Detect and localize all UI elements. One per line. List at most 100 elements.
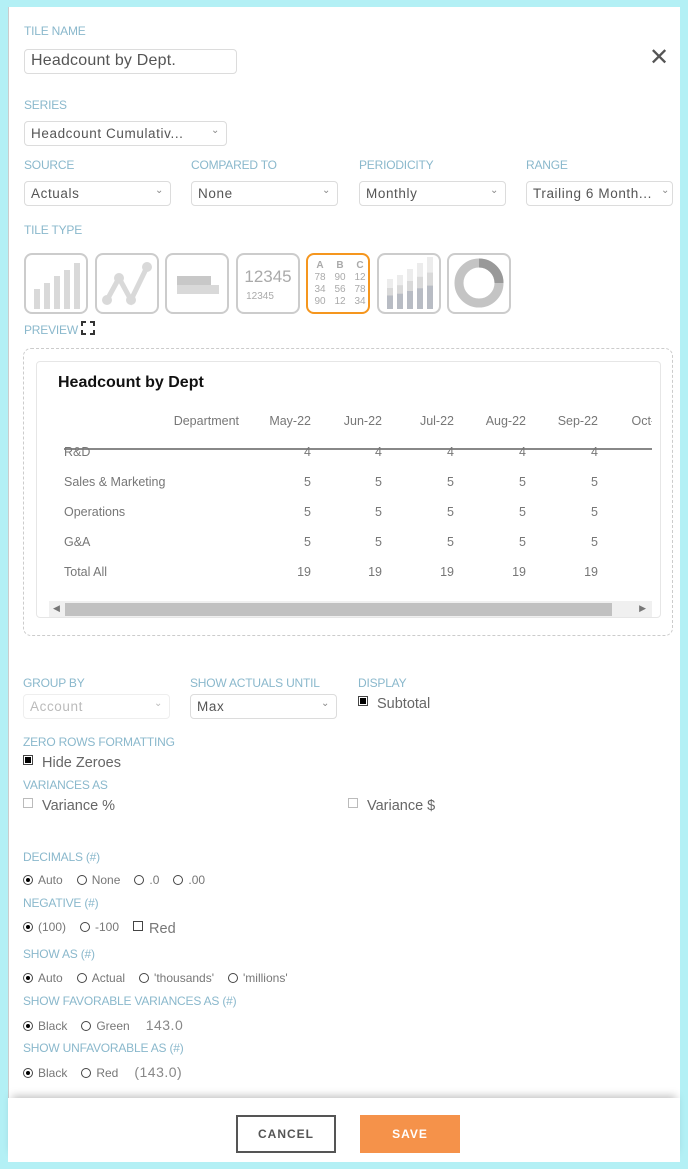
radio-icon [23, 973, 33, 983]
radio-label: Auto [38, 873, 63, 887]
svg-text:C: C [356, 260, 363, 271]
column-header: Jun-22 [343, 414, 382, 428]
radio-decimals-option[interactable]: None [76, 873, 120, 887]
save-button[interactable]: SAVE [360, 1115, 460, 1153]
radio-unfavorable-option[interactable]: Black [23, 1066, 67, 1080]
compared-to-select[interactable]: None ⌄ [191, 181, 338, 206]
unfavorable-radio-group: Black Red (143.0) [23, 1064, 182, 1080]
source-select[interactable]: Actuals ⌄ [24, 181, 171, 206]
radio-label: .0 [149, 873, 160, 887]
radio-icon [228, 973, 239, 983]
svg-text:90: 90 [314, 296, 326, 307]
table-cell: R&D [64, 445, 91, 459]
hide-zeroes-label: Hide Zeroes [42, 755, 121, 771]
table-cell: 19 [297, 565, 311, 579]
svg-text:34: 34 [354, 296, 366, 307]
column-header: Sep-22 [557, 414, 598, 428]
radio-show_as-option[interactable]: 'thousands' [139, 971, 214, 985]
tile-type-number[interactable]: 12345 12345 [235, 253, 300, 314]
unfavorable-sample: (143.0) [134, 1064, 183, 1080]
red-checkbox[interactable]: Red [133, 921, 176, 937]
negative-label: NEGATIVE (#) [23, 896, 99, 910]
radio-decimals-option[interactable]: .00 [173, 873, 205, 887]
svg-text:56: 56 [334, 284, 346, 295]
radio-icon [80, 922, 91, 932]
table-cell: 5 [375, 475, 382, 489]
variance-dollar-label: Variance $ [367, 798, 436, 814]
tile-type-table[interactable]: A B C 78 90 12 34 56 78 90 12 34 [306, 253, 370, 314]
range-select[interactable]: Trailing 6 Month... ⌄ [526, 181, 673, 206]
tile-type-label: TILE TYPE [24, 223, 83, 237]
unfavorable-label: SHOW UNFAVORABLE AS (#) [23, 1041, 184, 1055]
tile-type-stacked-bar[interactable] [376, 253, 441, 314]
svg-text:12345: 12345 [246, 291, 274, 302]
tile-type-line-chart[interactable] [94, 253, 159, 314]
radio-decimals-option[interactable]: Auto [23, 873, 63, 887]
radio-show_as-option[interactable]: 'millions' [228, 971, 288, 985]
show-actuals-until-label: SHOW ACTUALS UNTIL [190, 676, 320, 690]
radio-decimals-option[interactable]: .0 [134, 873, 159, 887]
radio-icon [139, 973, 150, 983]
radio-show_as-option[interactable]: Auto [23, 971, 63, 985]
radio-negative-option[interactable]: (100) [23, 920, 66, 934]
radio-label: Red [96, 1066, 119, 1080]
expand-icon[interactable] [81, 321, 95, 335]
chevron-down-icon: ⌄ [661, 185, 670, 196]
radio-show_as-option[interactable]: Actual [76, 971, 125, 985]
radio-favorable-option[interactable]: Black [23, 1019, 67, 1033]
tile-type-horizontal-bar[interactable] [165, 253, 229, 314]
preview-area: Headcount by Dept Department May-22 Jun-22… [23, 348, 673, 636]
radio-label: Green [96, 1019, 130, 1033]
close-icon[interactable]: ✕ [649, 43, 669, 72]
tile-type-bar-chart[interactable] [24, 253, 88, 314]
show-as-label: SHOW AS (#) [23, 947, 95, 961]
tile-name-input[interactable]: Headcount by Dept. [24, 49, 237, 74]
group-by-select[interactable]: Account ⌄ [23, 694, 170, 719]
radio-unfavorable-option[interactable]: Red [81, 1066, 118, 1080]
scroll-left-icon[interactable]: ◀ [53, 603, 60, 614]
scrollbar-thumb[interactable] [65, 603, 612, 616]
table-cell: 5 [304, 475, 311, 489]
table-cell: 5 [447, 475, 454, 489]
svg-text:12345: 12345 [244, 267, 291, 286]
variance-pct-checkbox[interactable]: Variance % [23, 798, 115, 814]
series-select[interactable]: Headcount Cumulativ... ⌄ [24, 121, 227, 146]
hide-zeroes-checkbox[interactable]: Hide Zeroes [23, 755, 121, 771]
table-cell: 5 [519, 505, 526, 519]
variance-dollar-checkbox[interactable]: Variance $ [348, 798, 435, 814]
table-cell: 19 [584, 565, 598, 579]
periodicity-label: PERIODICITY [359, 158, 434, 172]
chevron-down-icon: ⌄ [322, 185, 331, 196]
subtotal-checkbox[interactable]: Subtotal [358, 696, 430, 712]
horizontal-scrollbar[interactable]: ◀ ▶ [49, 601, 652, 617]
table-cell: 19 [440, 565, 454, 579]
dialog-footer: CANCEL SAVE [8, 1098, 680, 1162]
preview-table: Headcount by Dept Department May-22 Jun-22… [49, 362, 652, 602]
table-cell: 5 [591, 505, 598, 519]
show-actuals-until-select[interactable]: Max ⌄ [190, 694, 337, 719]
radio-label: (100) [38, 920, 67, 934]
chevron-down-icon: ⌄ [490, 185, 499, 196]
scroll-right-icon[interactable]: ▶ [639, 603, 646, 614]
periodicity-value: Monthly [366, 186, 418, 201]
table-cell: 19 [512, 565, 526, 579]
group-by-value: Account [30, 699, 83, 714]
compared-to-value: None [198, 186, 233, 201]
display-label: DISPLAY [358, 676, 407, 690]
radio-favorable-option[interactable]: Green [81, 1019, 130, 1033]
radio-negative-option[interactable]: -100 [80, 920, 119, 934]
column-header: Aug-22 [485, 414, 526, 428]
radio-label: Black [38, 1066, 68, 1080]
cancel-button[interactable]: CANCEL [236, 1115, 336, 1153]
svg-text:12: 12 [334, 296, 346, 307]
periodicity-select[interactable]: Monthly ⌄ [359, 181, 506, 206]
tile-type-donut[interactable] [447, 253, 511, 314]
svg-text:A: A [316, 260, 323, 271]
tile-name-label: TILE NAME [24, 24, 86, 38]
table-cell: 5 [591, 535, 598, 549]
favorable-sample: 143.0 [145, 1017, 184, 1033]
chevron-down-icon: ⌄ [154, 698, 163, 709]
column-header: Jul-22 [419, 414, 454, 428]
column-header: May-22 [269, 414, 311, 428]
table-cell: 5 [519, 475, 526, 489]
